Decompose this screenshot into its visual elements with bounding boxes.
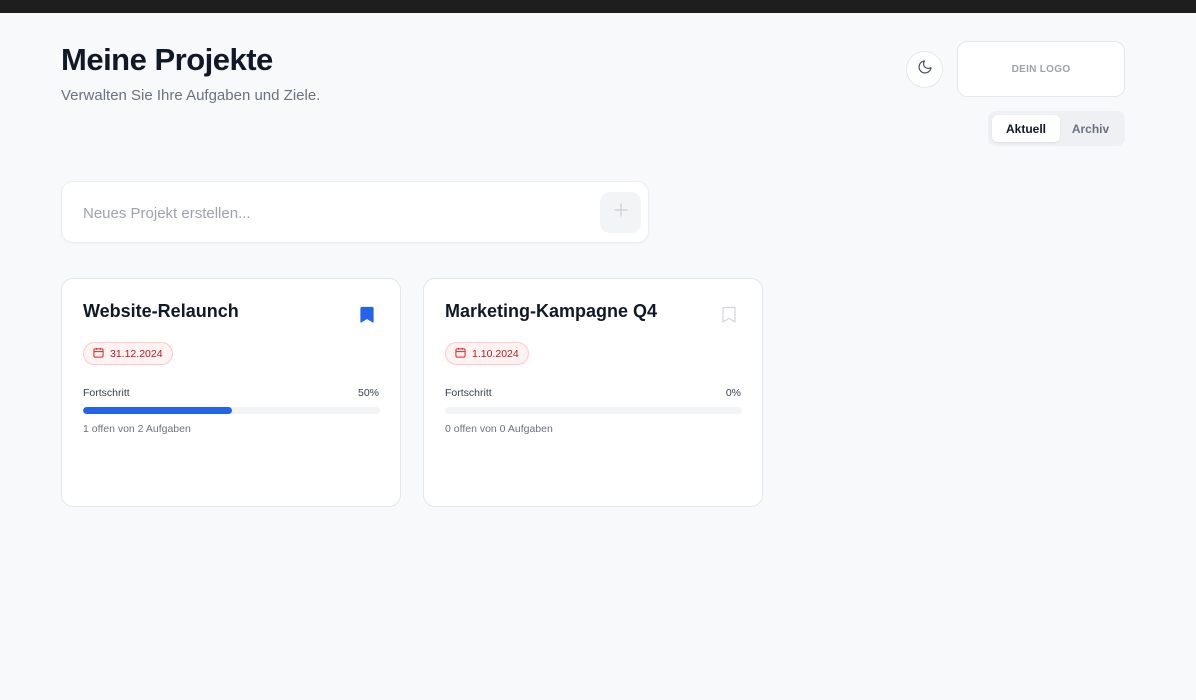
add-project-button[interactable]: [600, 192, 641, 233]
page-subtitle: Verwalten Sie Ihre Aufgaben und Ziele.: [61, 87, 321, 104]
calendar-icon: [455, 347, 466, 361]
moon-icon: [917, 59, 933, 80]
task-count: 0 offen von 0 Aufgaben: [445, 423, 553, 435]
bookmark-filled-icon[interactable]: [360, 306, 374, 323]
due-date-text: 1.10.2024: [472, 347, 519, 360]
tab-aktuell[interactable]: Aktuell: [992, 115, 1060, 142]
logo-placeholder: DEIN LOGO: [957, 41, 1125, 97]
progress-percent: 0%: [725, 387, 741, 399]
due-date-badge: 1.10.2024: [445, 342, 529, 365]
project-card[interactable]: Website-Relaunch 31.12.2024 Fortschritt …: [61, 278, 401, 507]
bookmark-outline-icon[interactable]: [722, 306, 736, 323]
page-title: Meine Projekte: [61, 42, 273, 77]
tab-archiv[interactable]: Archiv: [1060, 115, 1121, 142]
calendar-icon: [93, 347, 104, 361]
project-title: Website-Relaunch: [83, 301, 239, 321]
progress-percent: 50%: [357, 387, 379, 399]
due-date-text: 31.12.2024: [110, 347, 163, 360]
new-project-input[interactable]: [83, 202, 583, 224]
project-card[interactable]: Marketing-Kampagne Q4 1.10.2024 Fortschr…: [423, 278, 763, 507]
progress-bar: [445, 407, 742, 414]
view-tabs: Aktuell Archiv: [988, 111, 1125, 146]
progress-bar-fill: [83, 407, 232, 414]
theme-toggle-button[interactable]: [906, 51, 943, 88]
plus-icon: [612, 201, 630, 224]
window-top-bar: [0, 0, 1196, 13]
task-count: 1 offen von 2 Aufgaben: [83, 423, 191, 435]
progress-label: Fortschritt: [83, 387, 130, 399]
project-title: Marketing-Kampagne Q4: [445, 301, 658, 321]
new-project-form: [61, 181, 649, 243]
progress-label: Fortschritt: [445, 387, 492, 399]
progress-bar: [83, 407, 380, 414]
due-date-badge: 31.12.2024: [83, 342, 173, 365]
